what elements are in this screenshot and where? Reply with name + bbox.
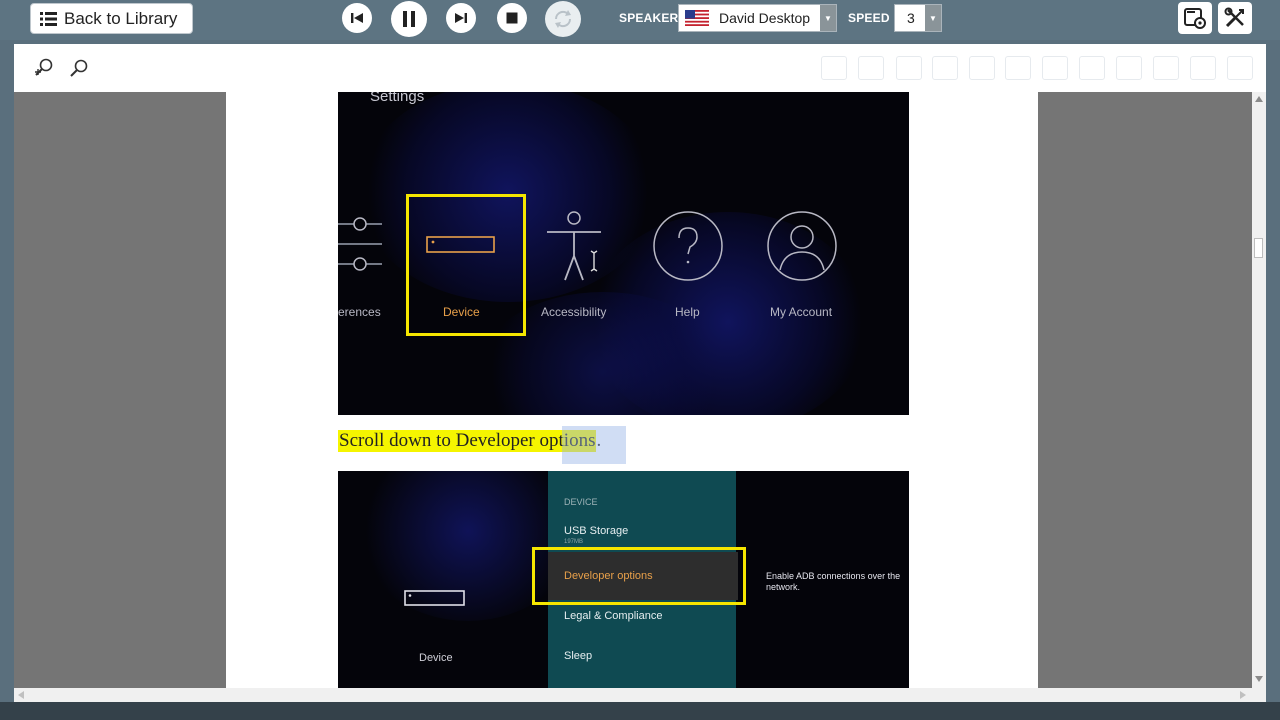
device-icon xyxy=(426,236,495,253)
stop-button[interactable] xyxy=(497,3,527,33)
back-to-library-label: Back to Library xyxy=(64,8,178,28)
account-icon xyxy=(767,211,837,281)
add-item-icon[interactable] xyxy=(1079,56,1105,80)
list-icon xyxy=(40,11,57,26)
tools-button[interactable] xyxy=(1218,2,1252,34)
menu-usb-subtext: 197MB xyxy=(564,539,584,545)
save-icon[interactable] xyxy=(821,56,847,80)
checkbox-icon[interactable] xyxy=(1190,56,1216,80)
search-icon[interactable] xyxy=(1005,56,1031,80)
cut-icon[interactable] xyxy=(896,56,922,80)
repeat-icon xyxy=(554,10,572,28)
pause-icon xyxy=(403,11,415,27)
zoom-out-icon xyxy=(70,59,88,77)
settings-title: Settings xyxy=(370,92,425,105)
accessibility-label: Accessibility xyxy=(541,305,607,319)
scroll-left-icon[interactable] xyxy=(18,691,24,699)
speed-value: 3 xyxy=(907,10,915,26)
instruction-caption: Scroll down to Developer options. xyxy=(338,426,626,464)
next-button[interactable] xyxy=(446,3,476,33)
menu-developer-options: Developer options xyxy=(564,570,653,582)
horizontal-scrollbar[interactable] xyxy=(14,688,1266,702)
pause-button[interactable] xyxy=(391,1,427,37)
device-label: Device xyxy=(443,305,480,319)
paste-icon[interactable] xyxy=(932,56,958,80)
lock-icon[interactable] xyxy=(1153,56,1179,80)
screen-mask-button[interactable] xyxy=(1178,2,1212,34)
puzzle-icon[interactable] xyxy=(1042,56,1068,80)
document-page: Settings erences Device Accessibility He… xyxy=(226,92,1038,688)
speed-select[interactable]: 3 ▼ xyxy=(894,4,942,32)
vertical-scrollbar[interactable] xyxy=(1252,92,1266,688)
preferences-label: erences xyxy=(338,305,381,319)
device-side-label: Device xyxy=(419,652,453,664)
caption-text: Scroll down to Developer options xyxy=(338,430,597,452)
zoom-in-icon xyxy=(35,58,53,76)
speaker-label: SPEAKER xyxy=(619,11,679,25)
menu-sleep: Sleep xyxy=(564,650,593,662)
tools-icon xyxy=(1224,7,1244,28)
reading-selection xyxy=(562,426,626,464)
repeat-button[interactable] xyxy=(545,1,581,37)
speed-label: SPEED xyxy=(848,11,890,25)
chevron-down-icon: ▼ xyxy=(820,5,836,31)
skip-forward-icon xyxy=(455,13,467,23)
back-to-library-button[interactable]: Back to Library xyxy=(30,3,193,34)
menu-usb-storage: USB Storage xyxy=(564,525,629,537)
help-label: Help xyxy=(675,305,700,319)
document-viewport[interactable]: Settings erences Device Accessibility He… xyxy=(14,92,1252,688)
copy-icon[interactable] xyxy=(858,56,884,80)
stop-icon xyxy=(506,12,518,24)
skip-back-icon xyxy=(351,13,363,23)
menu-legal-compliance: Legal & Compliance xyxy=(564,610,663,622)
menu-section-header: DEVICE xyxy=(564,497,598,507)
screen-settings-icon xyxy=(1184,8,1206,29)
chevron-down-icon: ▼ xyxy=(925,5,941,31)
device-menu-screenshot: Device DEVICE USB Storage 197MB Develope… xyxy=(338,471,909,688)
speaker-value: David Desktop xyxy=(719,10,811,26)
zoom-out-button[interactable] xyxy=(66,55,92,81)
us-flag-icon xyxy=(685,10,709,26)
document-toolbar xyxy=(14,44,1266,92)
device-icon xyxy=(404,590,465,606)
scroll-right-icon[interactable] xyxy=(1240,691,1246,699)
vertical-scroll-thumb[interactable] xyxy=(1254,238,1263,258)
my-account-label: My Account xyxy=(770,305,833,319)
text-box-icon[interactable] xyxy=(1116,56,1142,80)
scroll-down-icon[interactable] xyxy=(1255,676,1263,682)
top-toolbar: Back to Library SPEAKER David Desktop ▼ … xyxy=(0,0,1280,40)
bottom-bar xyxy=(0,702,1280,720)
scroll-up-icon[interactable] xyxy=(1255,96,1263,102)
help-icon xyxy=(653,211,723,281)
settings-screenshot: Settings erences Device Accessibility He… xyxy=(338,92,909,415)
undo-icon[interactable] xyxy=(969,56,995,80)
developer-options-description: Enable ADB connections over the network. xyxy=(766,571,901,592)
zoom-in-button[interactable] xyxy=(31,55,57,81)
speaker-select[interactable]: David Desktop ▼ xyxy=(678,4,837,32)
preferences-icon xyxy=(338,217,382,271)
trash-icon[interactable] xyxy=(1227,56,1253,80)
text-cursor-icon xyxy=(590,250,598,272)
previous-button[interactable] xyxy=(342,3,372,33)
